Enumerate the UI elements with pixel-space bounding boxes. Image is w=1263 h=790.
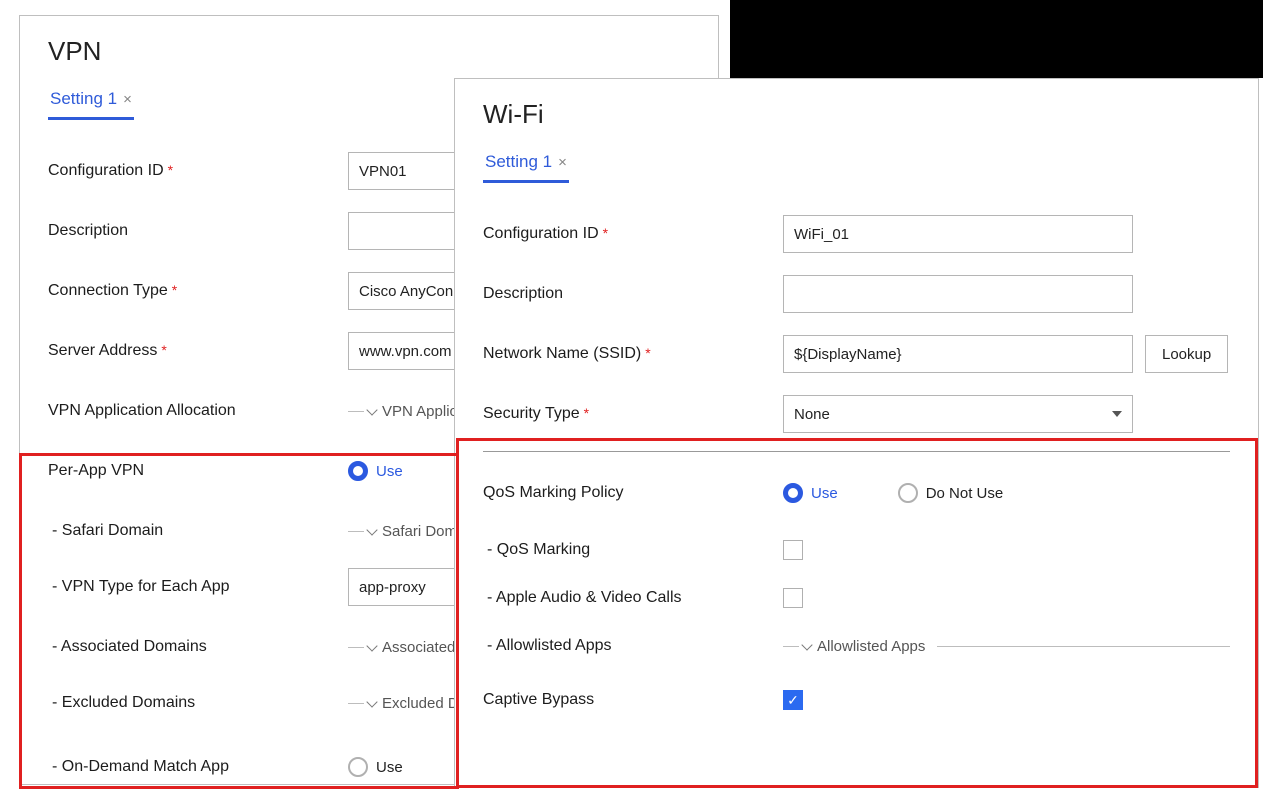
vpn-connection-type-label: Connection Type* <box>48 282 348 300</box>
wifi-qos-marking-label: - QoS Marking <box>483 541 783 559</box>
chevron-down-icon <box>366 640 377 651</box>
wifi-qos-policy-label: QoS Marking Policy <box>483 484 783 502</box>
lookup-button[interactable]: Lookup <box>1145 335 1228 373</box>
wifi-description-input[interactable] <box>783 275 1133 313</box>
wifi-ssid-label: Network Name (SSID)* <box>483 345 783 363</box>
wifi-allowlisted-apps-label: - Allowlisted Apps <box>483 637 783 655</box>
wifi-ssid-input[interactable] <box>783 335 1133 373</box>
wifi-allowlisted-apps-section[interactable]: Allowlisted Apps <box>783 638 1230 655</box>
wifi-panel: Wi-Fi Setting 1 × Configuration ID* Desc… <box>454 78 1259 788</box>
wifi-title: Wi-Fi <box>483 99 1230 130</box>
vpn-tab-label: Setting 1 <box>50 89 117 109</box>
wifi-captive-bypass-label: Captive Bypass <box>483 691 783 709</box>
vpn-associated-domains-label: - Associated Domains <box>48 638 348 656</box>
wifi-qos-do-not-use-radio[interactable]: Do Not Use <box>898 483 1004 503</box>
wifi-apple-av-label: - Apple Audio & Video Calls <box>483 589 783 607</box>
vpn-excluded-domains-label: - Excluded Domains <box>48 694 348 712</box>
wifi-qos-use-radio[interactable]: Use <box>783 483 838 503</box>
close-icon[interactable]: × <box>123 91 132 108</box>
vpn-per-app-vpn-use-radio[interactable]: Use <box>348 461 403 481</box>
vpn-on-demand-match-use-radio[interactable]: Use <box>348 757 403 777</box>
wifi-apple-av-checkbox[interactable] <box>783 588 803 608</box>
vpn-description-label: Description <box>48 222 348 240</box>
wifi-captive-bypass-checkbox[interactable]: ✓ <box>783 690 803 710</box>
wifi-config-id-label: Configuration ID* <box>483 225 783 243</box>
wifi-tab-setting-1[interactable]: Setting 1 × <box>483 152 569 183</box>
divider <box>483 451 1230 452</box>
vpn-safari-domain-label: - Safari Domain <box>48 522 348 540</box>
vpn-tab-setting-1[interactable]: Setting 1 × <box>48 89 134 120</box>
chevron-down-icon <box>366 404 377 415</box>
vpn-on-demand-match-label: - On-Demand Match App <box>48 758 348 776</box>
vpn-type-each-app-label: - VPN Type for Each App <box>48 578 348 596</box>
vpn-config-id-label: Configuration ID* <box>48 162 348 180</box>
vpn-server-address-label: Server Address* <box>48 342 348 360</box>
wifi-description-label: Description <box>483 285 783 303</box>
wifi-security-type-label: Security Type* <box>483 405 783 423</box>
chevron-down-icon <box>366 696 377 707</box>
vpn-app-allocation-label: VPN Application Allocation <box>48 402 348 420</box>
close-icon[interactable]: × <box>558 154 567 171</box>
chevron-down-icon <box>366 524 377 535</box>
wifi-config-id-input[interactable] <box>783 215 1133 253</box>
chevron-down-icon <box>801 639 812 650</box>
wifi-qos-marking-checkbox[interactable] <box>783 540 803 560</box>
black-background-strip <box>730 0 1263 78</box>
chevron-down-icon <box>1112 411 1122 417</box>
wifi-security-type-select[interactable]: None <box>783 395 1133 433</box>
vpn-title: VPN <box>48 36 690 67</box>
vpn-per-app-vpn-label: Per-App VPN <box>48 462 348 480</box>
wifi-tab-label: Setting 1 <box>485 152 552 172</box>
wifi-tab-strip: Setting 1 × <box>483 152 1230 185</box>
